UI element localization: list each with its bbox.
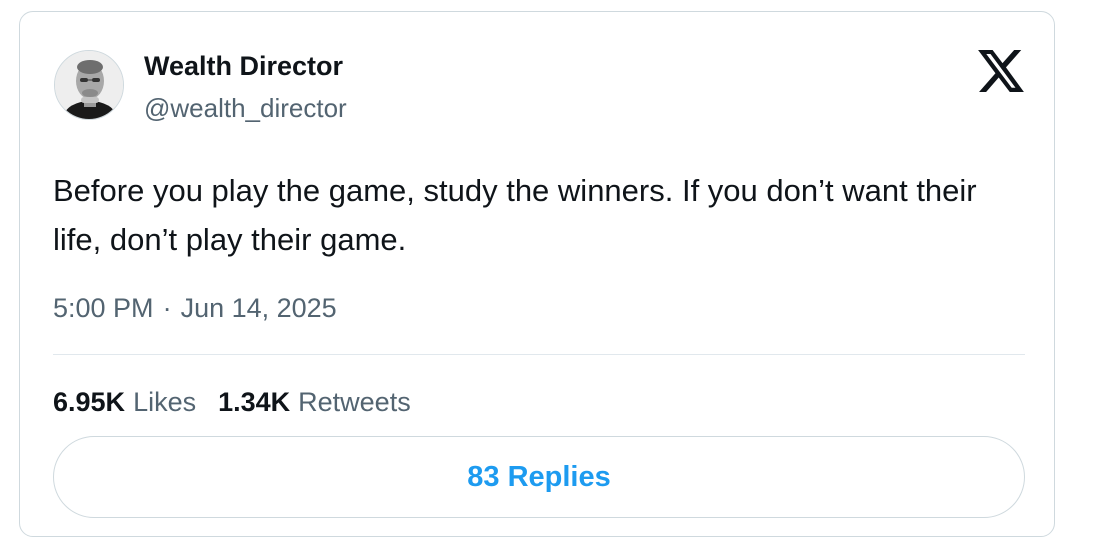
retweets-stat[interactable]: 1.34K Retweets	[218, 387, 411, 417]
engagement-stats: 6.95K Likes 1.34K Retweets	[53, 385, 411, 419]
likes-label: Likes	[133, 387, 197, 417]
replies-button[interactable]: 83 Replies	[53, 436, 1025, 518]
tweet-text: Before you play the game, study the winn…	[53, 173, 977, 257]
tweet-time: 5:00 PM	[53, 293, 154, 323]
likes-count: 6.95K	[53, 387, 126, 417]
tweet-card: Wealth Director @wealth_director Before …	[19, 11, 1055, 537]
author-handle[interactable]: @wealth_director	[144, 92, 347, 124]
x-logo-icon[interactable]	[978, 50, 1024, 92]
divider	[53, 354, 1025, 355]
tweet-date: Jun 14, 2025	[180, 293, 337, 323]
avatar[interactable]	[54, 50, 124, 120]
tweet-timestamp[interactable]: 5:00 PM · Jun 14, 2025	[53, 291, 337, 325]
likes-stat[interactable]: 6.95K Likes	[53, 387, 196, 417]
retweets-label: Retweets	[298, 387, 411, 417]
meta-separator: ·	[162, 293, 172, 323]
avatar-photo	[55, 51, 123, 119]
retweets-count: 1.34K	[218, 387, 291, 417]
author-name[interactable]: Wealth Director	[144, 50, 343, 82]
